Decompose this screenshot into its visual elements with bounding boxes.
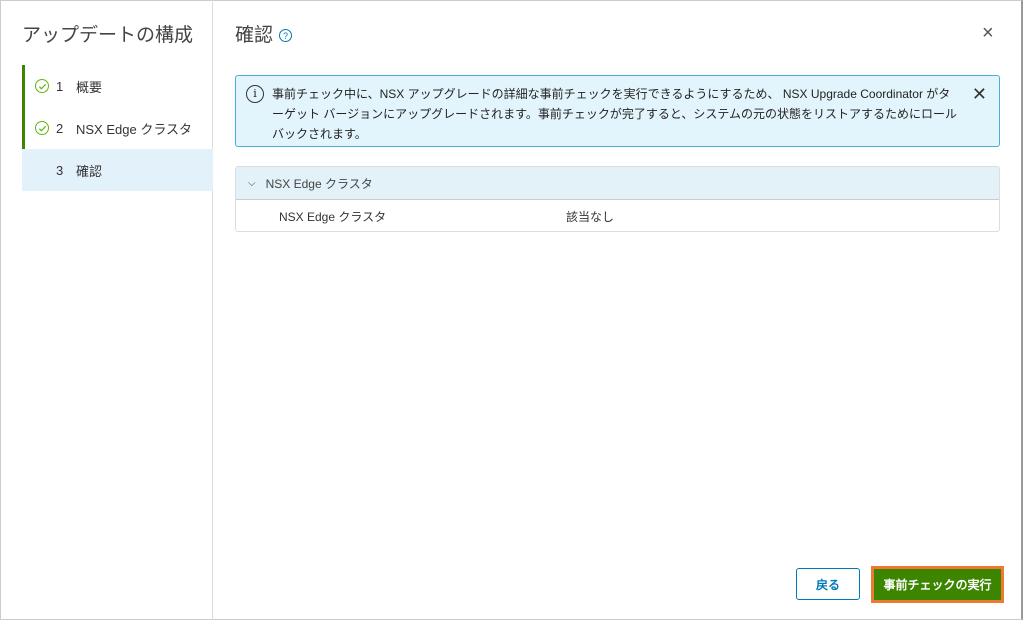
group-label: NSX Edge クラスタ (265, 176, 373, 191)
step-label: 概要 (76, 79, 103, 95)
group-header[interactable]: ⌵ NSX Edge クラスタ (236, 167, 999, 200)
step-number: 1 (56, 78, 64, 94)
step-number: 3 (56, 162, 64, 178)
close-icon[interactable]: × (982, 22, 994, 45)
step-edge-cluster[interactable]: 2 NSX Edge クラスタ (22, 107, 213, 149)
check-circle-icon (35, 121, 49, 135)
wizard-steps: 1 概要 2 NSX Edge クラスタ 3 確認 (22, 65, 213, 191)
back-button[interactable]: 戻る (796, 568, 860, 600)
help-icon[interactable]: ? (279, 29, 293, 42)
run-precheck-button[interactable]: 事前チェックの実行 (871, 566, 1004, 603)
step-overview[interactable]: 1 概要 (22, 65, 213, 107)
row-name: NSX Edge クラスタ (279, 209, 387, 224)
alert-close-icon[interactable]: ✕ (972, 84, 987, 104)
page-title-text: 確認 (235, 25, 274, 46)
step-label: 確認 (76, 163, 103, 179)
row-value: 該当なし (566, 209, 615, 224)
info-icon: i (246, 85, 264, 103)
check-circle-icon (35, 79, 49, 93)
wizard-sidebar: アップデートの構成 1 概要 2 NSX Edge クラスタ 3 確認 (0, 0, 213, 620)
step-confirm[interactable]: 3 確認 (22, 149, 213, 191)
step-label: NSX Edge クラスタ (76, 121, 193, 137)
wizard-title: アップデートの構成 (22, 25, 194, 46)
chevron-down-icon[interactable]: ⌵ (248, 178, 256, 189)
summary-table: ⌵ NSX Edge クラスタ NSX Edge クラスタ 該当なし (235, 166, 1000, 232)
alert-text: 事前チェック中に、NSX アップグレードの詳細な事前チェックを実行できるようにす… (272, 87, 958, 141)
step-number: 2 (56, 120, 64, 136)
page-title: 確認 ? (235, 20, 293, 47)
table-row: NSX Edge クラスタ 該当なし (236, 200, 999, 231)
info-alert: i 事前チェック中に、NSX アップグレードの詳細な事前チェックを実行できるよう… (235, 75, 1000, 147)
